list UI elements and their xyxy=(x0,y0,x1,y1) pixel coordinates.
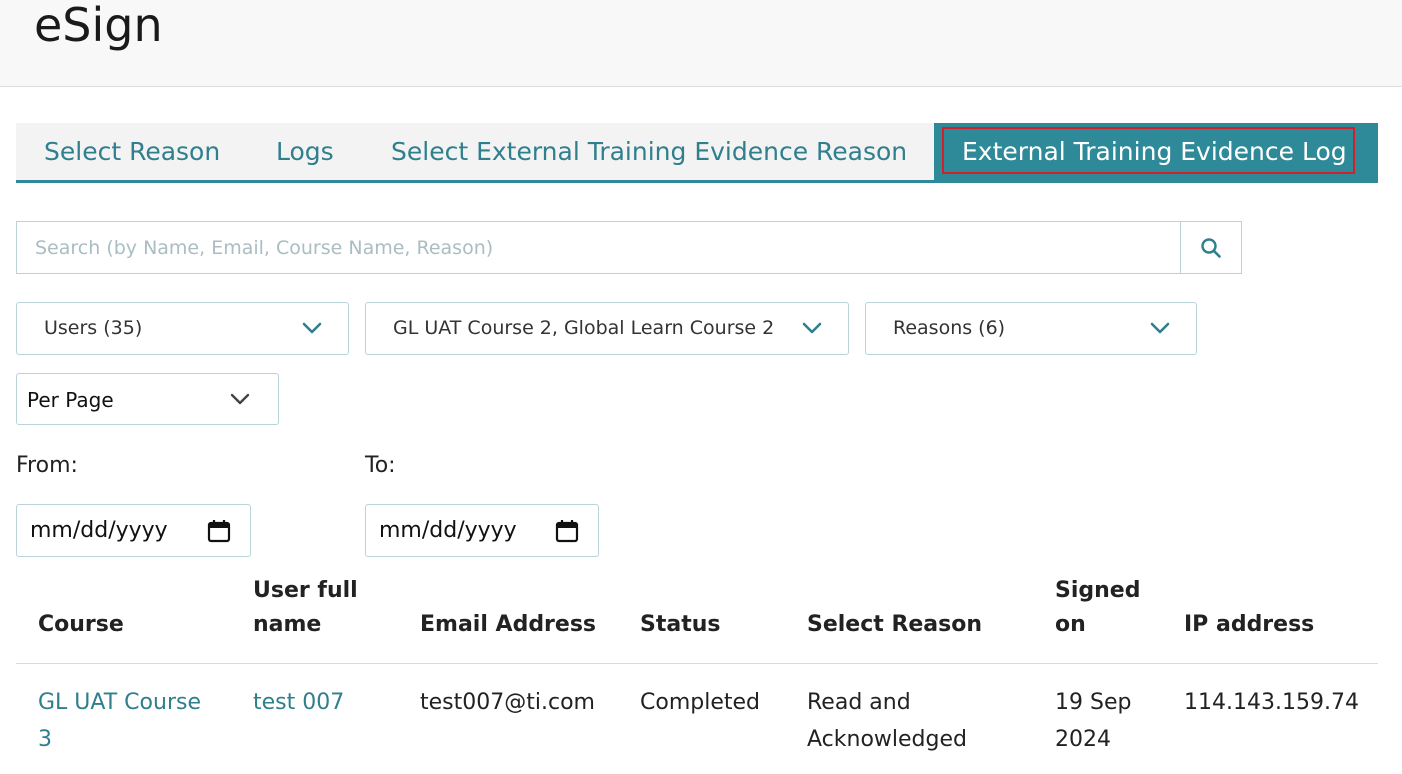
chevron-down-icon xyxy=(802,322,822,334)
to-date-value: mm/dd/yyyy xyxy=(379,518,517,543)
cell-line: 3 xyxy=(38,727,52,752)
cell-line: 2024 xyxy=(1055,727,1111,752)
tab-select-external-training-evidence-reason[interactable]: Select External Training Evidence Reason xyxy=(391,123,907,180)
chevron-down-icon xyxy=(1150,322,1170,334)
column-header-status: Status xyxy=(640,612,721,637)
to-date-input[interactable]: mm/dd/yyyy xyxy=(365,504,599,557)
table-header: Course User full name Email Address Stat… xyxy=(16,570,1378,664)
focus-outline xyxy=(942,127,1355,174)
app-header: eSign xyxy=(0,0,1402,87)
users-filter-label: Users (35) xyxy=(44,317,143,339)
tab-external-training-evidence-log[interactable]: External Training Evidence Log xyxy=(934,123,1378,180)
courses-filter-label: GL UAT Course 2, Global Learn Course 2 xyxy=(393,317,775,339)
search-button[interactable] xyxy=(1180,222,1241,273)
tab-logs[interactable]: Logs xyxy=(276,123,334,180)
signed-on-cell: 19 Sep 2024 xyxy=(1055,684,1131,758)
column-header-line: Signed xyxy=(1055,578,1141,603)
users-filter-dropdown[interactable]: Users (35) xyxy=(16,302,349,355)
search-input[interactable] xyxy=(17,222,1181,273)
reasons-filter-label: Reasons (6) xyxy=(893,317,1006,339)
per-page-select[interactable]: Per Page xyxy=(16,373,279,425)
column-header-email: Email Address xyxy=(420,612,597,637)
column-header-user-full-name: User full name xyxy=(253,574,358,642)
status-cell: Completed xyxy=(640,690,760,715)
to-date-label: To: xyxy=(365,453,396,478)
from-date-input[interactable]: mm/dd/yyyy xyxy=(16,504,251,557)
tab-select-reason[interactable]: Select Reason xyxy=(44,123,220,180)
table-row: GL UAT Course 3 test 007 test007@ti.com … xyxy=(16,664,1378,774)
email-cell: test007@ti.com xyxy=(420,690,595,715)
calendar-icon[interactable] xyxy=(555,519,579,543)
per-page-label: Per Page xyxy=(27,388,114,412)
cell-line: Read and xyxy=(807,690,911,715)
ip-address-cell: 114.143.159.74 xyxy=(1184,690,1359,715)
column-header-line: User full xyxy=(253,578,358,603)
tab-bar: Select Reason Logs Select External Train… xyxy=(16,123,1378,183)
chevron-down-icon xyxy=(230,393,250,405)
cell-line: Acknowledged xyxy=(807,727,967,752)
user-full-name-link[interactable]: test 007 xyxy=(253,684,344,721)
courses-filter-dropdown[interactable]: GL UAT Course 2, Global Learn Course 2 xyxy=(365,302,849,355)
column-header-line: name xyxy=(253,612,322,637)
column-header-ip-address: IP address xyxy=(1184,612,1315,637)
calendar-icon[interactable] xyxy=(207,519,231,543)
column-header-select-reason: Select Reason xyxy=(807,612,983,637)
reasons-filter-dropdown[interactable]: Reasons (6) xyxy=(865,302,1197,355)
from-date-value: mm/dd/yyyy xyxy=(30,518,168,543)
cell-line: GL UAT Course xyxy=(38,690,201,715)
course-link[interactable]: GL UAT Course 3 xyxy=(38,684,201,758)
search-bar xyxy=(16,221,1242,274)
column-header-line: on xyxy=(1055,612,1086,637)
column-header-signed-on: Signed on xyxy=(1055,574,1140,642)
cell-line: 19 Sep xyxy=(1055,690,1132,715)
search-icon xyxy=(1201,237,1221,258)
reason-cell: Read and Acknowledged xyxy=(807,684,967,758)
column-header-course: Course xyxy=(38,612,124,637)
from-date-label: From: xyxy=(16,453,78,478)
chevron-down-icon xyxy=(302,322,322,334)
app-title: eSign xyxy=(34,0,163,52)
